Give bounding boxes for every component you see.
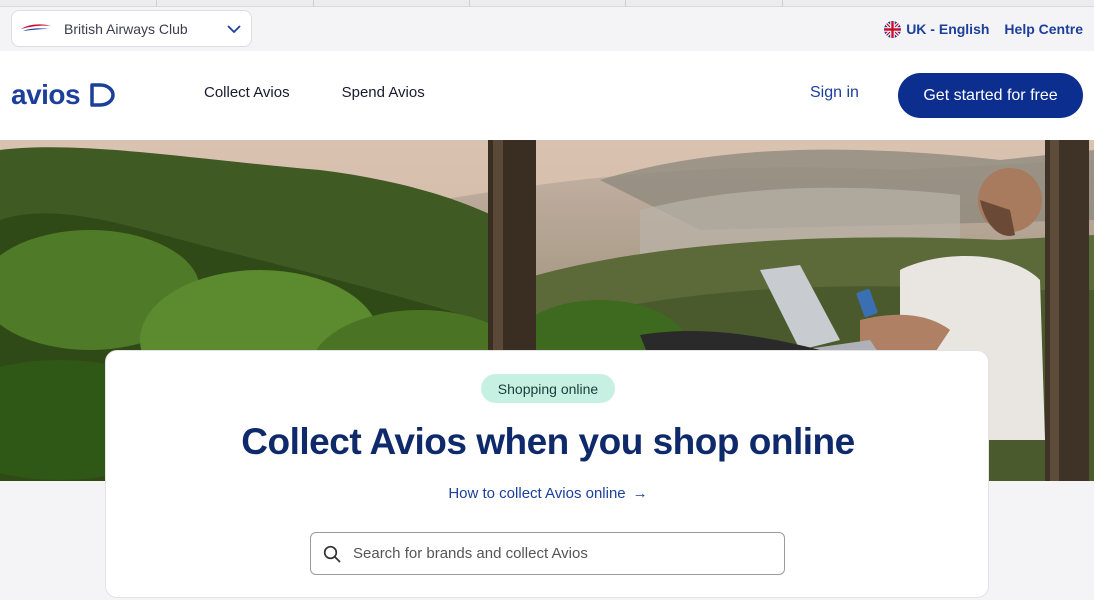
avios-logo[interactable]: avios [11,79,116,111]
language-label: UK - English [906,21,990,37]
logo-wordmark: avios [11,79,81,110]
club-selector[interactable]: British Airways Club [11,10,252,47]
search-icon [323,545,341,562]
page-title: Collect Avios when you shop online [241,421,855,462]
uk-flag-icon [884,20,902,38]
get-started-button[interactable]: Get started for free [898,73,1083,118]
language-selector[interactable]: UK - English [884,20,990,38]
utility-bar: British Airways Club UK - English Help C… [0,7,1094,51]
avios-logo-mark-icon [90,83,115,107]
chevron-down-icon [227,24,241,33]
search-input[interactable] [353,545,772,562]
ba-speedmarque-icon [21,23,51,31]
how-to-collect-link[interactable]: How to collect Avios online → [106,485,990,502]
browser-tabstrip [0,0,1094,7]
nav-spend-avios[interactable]: Spend Avios [342,84,425,101]
sign-in-link[interactable]: Sign in [810,84,859,102]
club-selector-label: British Airways Club [64,20,188,37]
search-card: Shopping online Collect Avios when you s… [105,350,989,598]
arrow-right-icon: → [632,485,648,502]
brand-search[interactable] [310,532,785,575]
site-header: avios Collect Avios Spend Avios Sign in … [0,51,1094,140]
help-centre-link[interactable]: Help Centre [1004,21,1083,37]
nav-collect-avios[interactable]: Collect Avios [204,84,290,101]
main-nav: Collect Avios Spend Avios [204,84,425,101]
category-pill: Shopping online [481,374,615,403]
how-to-collect-label: How to collect Avios online [448,485,626,502]
